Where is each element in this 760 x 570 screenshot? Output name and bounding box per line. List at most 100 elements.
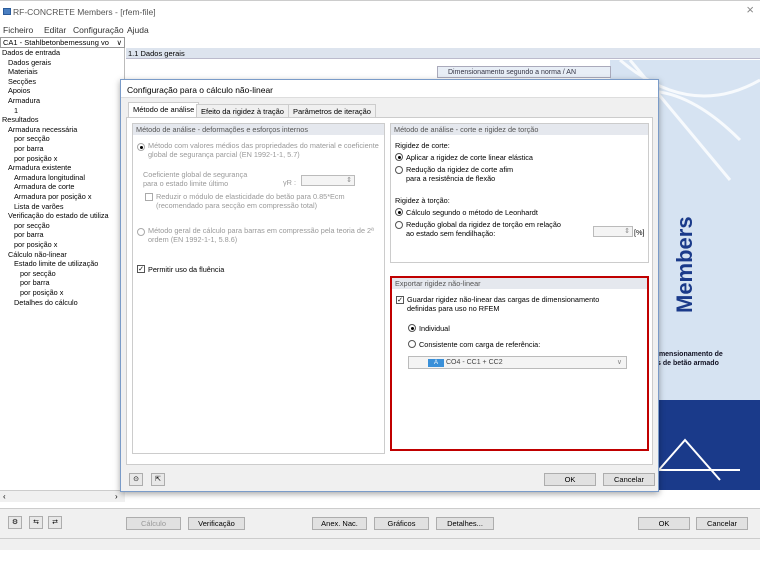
tab-tension-stiffening[interactable]: Efeito da rigidez à tração [196,104,289,117]
window-title: RF-CONCRETE Members - [rfem-file] [13,7,156,17]
dialog-ok-button[interactable]: OK [544,473,596,486]
tree-item[interactable]: Verificação do estado de utiliza [8,211,109,220]
shear-stiffness-label: Rigidez de corte: [395,141,450,150]
tree-item[interactable]: por posição x [20,288,63,297]
tree-item[interactable]: Dados de entrada [2,48,60,57]
torsion-reduction-label: Redução global da rigidez de torção em r… [406,220,561,238]
individual-radio[interactable] [408,324,416,332]
reduce-ecm-checkbox[interactable] [145,193,153,201]
scroll-left-icon[interactable]: ‹ [3,492,6,501]
tree-item[interactable]: Armadura longitudinal [14,173,85,182]
save-stiffness-label: Guardar rigidez não-linear das cargas de… [407,295,600,313]
creep-label: Permitir uso da fluência [148,265,225,274]
defaults-icon[interactable]: ⇱ [151,473,165,486]
tab-iteration-params[interactable]: Parâmetros de iteração [288,104,376,117]
spin-icon: ⇕ [624,228,630,235]
help-icon[interactable]: ⊙ [129,473,143,486]
tree-item[interactable]: Resultados [2,115,39,124]
torsion-reduction-radio[interactable] [395,221,403,229]
tree-item[interactable]: por secção [14,134,50,143]
tree-item[interactable]: Dados gerais [8,58,51,67]
shear-reduction-label: Redução da rigidez de corte afim para a r… [406,165,514,183]
tree-item[interactable]: Armadura existente [8,163,71,172]
tree-item[interactable]: Lista de varões [14,202,64,211]
scroll-right-icon[interactable]: › [115,492,118,501]
shear-reduction-radio[interactable] [395,166,403,174]
help-icon[interactable]: ⚙ [8,516,22,529]
method-mean-values-radio[interactable] [137,143,145,151]
percent-unit: [%] [634,228,645,237]
shear-linear-radio[interactable] [395,153,403,161]
title-bar: RF-CONCRETE Members - [rfem-file] × [0,0,760,22]
tree-item[interactable]: Detalhes do cálculo [14,298,78,307]
left-group: Método de análise - deformações e esforç… [132,123,385,454]
shear-linear-label: Aplicar a rigidez de corte linear elásti… [406,153,533,162]
verification-button[interactable]: Verificação [188,517,245,530]
menu-ficheiro[interactable]: Ficheiro [3,25,33,35]
tree-item[interactable]: Armadura por posição x [14,192,91,201]
status-bar [0,538,760,550]
torsion-label: Rigidez à torção: [395,196,450,205]
tree-item[interactable]: Armadura de corte [14,182,74,191]
app-icon [3,8,11,15]
tree-item[interactable]: 1 [14,106,18,115]
anex-nac-button[interactable]: Anex. Nac. [312,517,367,530]
members-brand: Members [672,216,697,313]
norm-label: Dimensionamento segundo a norma / AN [437,66,611,78]
calc-button[interactable]: Cálculo [126,517,181,530]
tab-body: Método de análise - deformações e esforç… [126,117,653,465]
tab-analysis-method[interactable]: Método de análise [128,102,200,117]
creep-checkbox[interactable]: ✓ [137,265,145,273]
export-stiffness-group: Exportar rigidez não-linear ✓ Guardar ri… [390,276,649,451]
torsion-reduction-input[interactable]: ⇕ [593,226,633,237]
menu-editar[interactable]: Editar [44,25,66,35]
import-icon[interactable]: ⇄ [48,516,62,529]
tree-item[interactable]: Cálculo não-linear [8,250,67,259]
tree-item[interactable]: por secção [20,269,56,278]
consistent-radio[interactable] [408,340,416,348]
reduce-ecm-label: Reduzir o módulo de elasticidade do betã… [156,192,345,210]
tree-item[interactable]: por posição x [14,240,57,249]
tree-item[interactable]: Materiais [8,67,38,76]
tree-item[interactable]: Armadura [8,96,40,105]
menu-configuracao[interactable]: Configuração [73,25,124,35]
tree-item[interactable]: por barra [14,230,44,239]
export-icon[interactable]: ⇆ [29,516,43,529]
tree-item[interactable]: Armadura necessária [8,125,77,134]
method-general-radio[interactable] [137,228,145,236]
bottom-toolbar: ⚙ ⇆ ⇄ Cálculo Verificação Anex. Nac. Grá… [0,508,760,538]
consistent-label: Consistente com carga de referência: [419,340,541,349]
tree-scrollbar[interactable]: ‹ › [0,490,125,502]
tree-item[interactable]: Estado limite de utilização [14,259,98,268]
module-select[interactable]: CA1 - Stahlbetonbemessung vo ∨ [0,37,125,48]
menu-ajuda[interactable]: Ajuda [127,25,149,35]
navigator-tree: Dados de entrada Dados gerais Materiais Sec… [0,48,125,488]
dialog-cancel-button[interactable]: Cancelar [603,473,655,486]
graphics-button[interactable]: Gráficos [374,517,429,530]
tree-item[interactable]: por posição x [14,154,57,163]
left-group-title: Método de análise - deformações e esforç… [133,124,384,135]
main-header: 1.1 Dados gerais [126,48,760,59]
details-button[interactable]: Detalhes... [436,517,494,530]
main-ok-button[interactable]: OK [638,517,690,530]
tree-item[interactable]: Secções [8,77,36,86]
close-icon[interactable]: × [746,3,754,17]
menu-bar: Ficheiro Editar Configuração Ajuda [0,22,760,36]
reference-load-select[interactable]: A CO4 - CC1 + CC2 ∨ [408,356,627,369]
brand-subtitle: imensionamento de s de betão armado [657,351,723,367]
tree-item[interactable]: por barra [20,278,50,287]
tree-item[interactable]: por barra [14,144,44,153]
export-group-title: Exportar rigidez não-linear [392,278,647,289]
gamma-r-label: γR : [283,178,296,187]
torsion-leonhardt-radio[interactable] [395,208,403,216]
tree-item[interactable]: Apoios [8,86,30,95]
chevron-down-icon: ∨ [616,359,622,366]
chevron-down-icon: ∨ [116,38,123,47]
gamma-r-input[interactable]: ⇕ [301,175,355,186]
method-general-label: Método geral de cálculo para barras em c… [148,226,374,244]
save-stiffness-checkbox[interactable]: ✓ [396,296,404,304]
main-cancel-button[interactable]: Cancelar [696,517,748,530]
dialog-title-bar: Configuração para o cálculo não-linear [121,80,658,98]
torsion-leonhardt-label: Cálculo segundo o método de Leonhardt [406,208,538,217]
tree-item[interactable]: por secção [14,221,50,230]
